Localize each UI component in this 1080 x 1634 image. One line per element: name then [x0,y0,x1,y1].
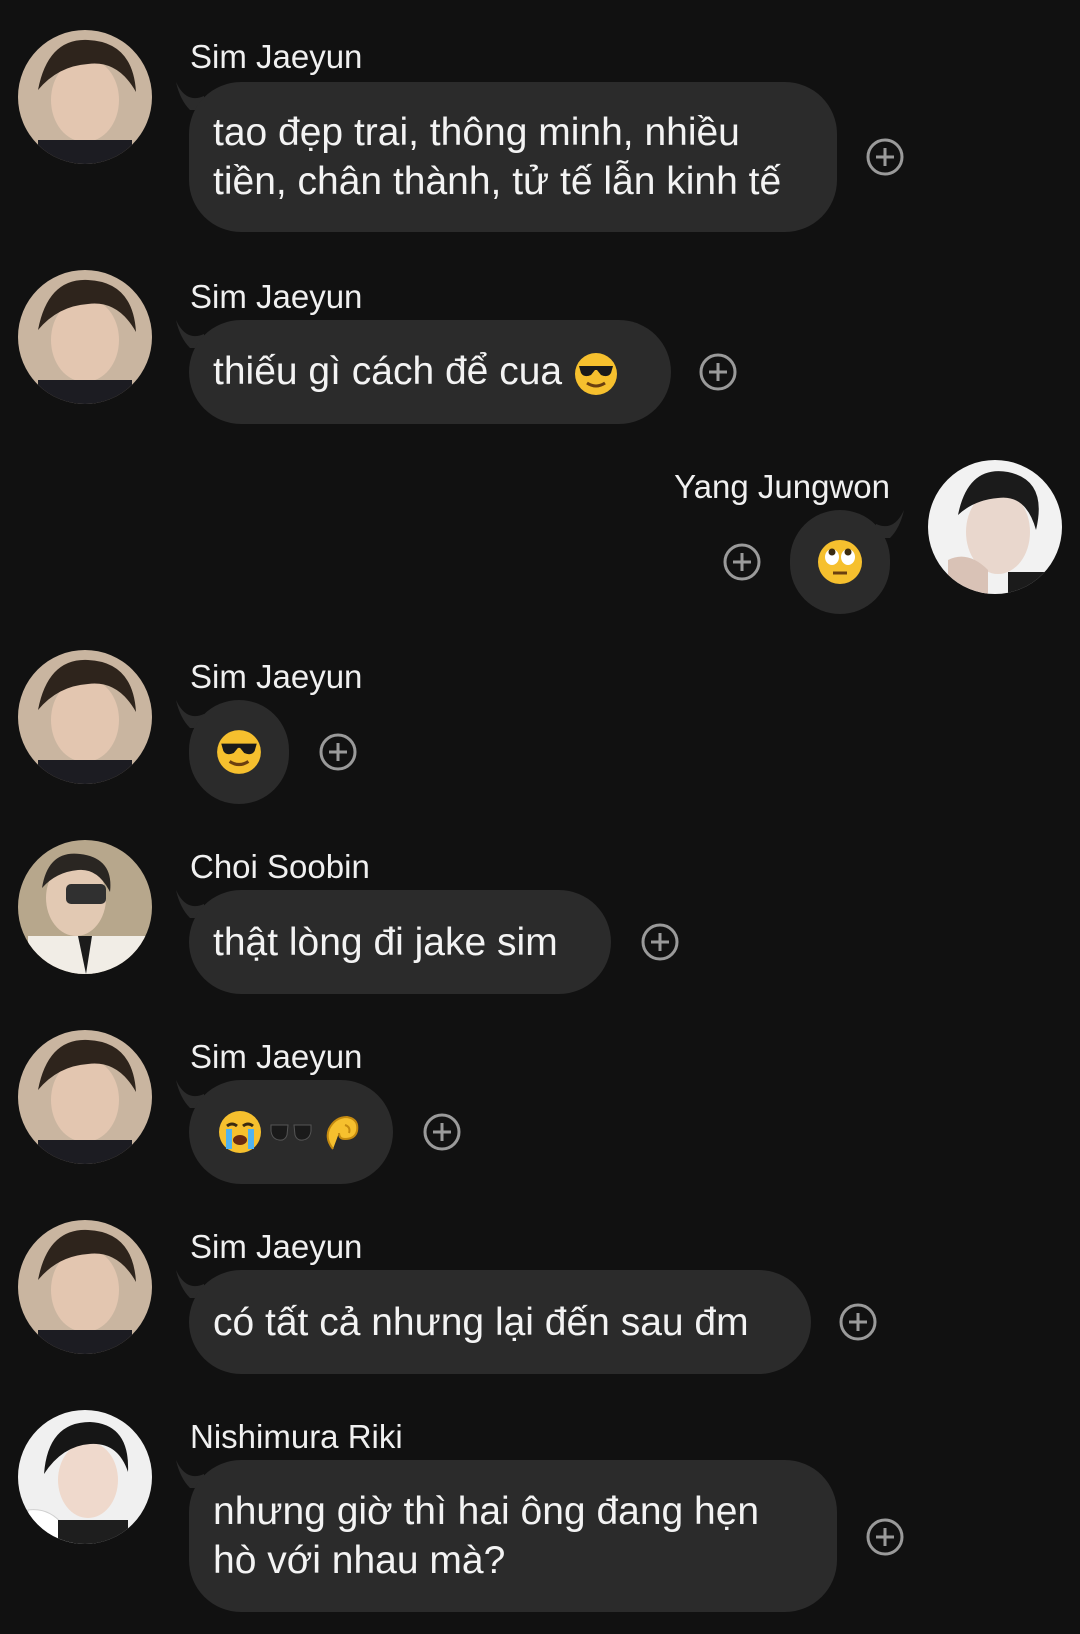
message-text-content: thiếu gì cách để cua [213,350,563,394]
sender-name: Nishimura Riki [190,1418,403,1455]
message-bubble[interactable] [189,700,289,804]
sender-name: Sim Jaeyun [190,38,363,75]
avatar[interactable] [18,1410,152,1544]
add-reaction-icon[interactable] [865,137,905,177]
crying-face-icon [219,1111,261,1153]
add-reaction-icon[interactable] [698,352,738,392]
avatar[interactable] [18,270,152,404]
message-bubble[interactable]: có tất cả nhưng lại đến sau đm [189,1270,811,1374]
avatar[interactable] [18,1030,152,1164]
avatar[interactable] [18,30,152,164]
add-reaction-icon[interactable] [640,922,680,962]
sender-name: Sim Jaeyun [190,1228,363,1265]
avatar[interactable] [18,650,152,784]
message-bubble[interactable]: tao đẹp trai, thông minh, nhiều tiền, ch… [189,82,837,232]
sender-name: Sim Jaeyun [190,658,363,695]
message-bubble[interactable]: thật lòng đi jake sim [189,890,611,994]
sender-name: Choi Soobin [190,848,370,885]
add-reaction-icon[interactable] [722,542,762,582]
sender-name: Sim Jaeyun [190,1038,363,1075]
message-bubble[interactable] [790,510,890,614]
add-reaction-icon[interactable] [865,1517,905,1557]
add-reaction-icon[interactable] [318,732,358,772]
add-reaction-icon[interactable] [422,1112,462,1152]
cool-face-icon [574,352,617,395]
message-text: thật lòng đi jake sim [213,920,558,964]
avatar[interactable] [18,840,152,974]
message-text: hò với nhau mà? [213,1539,506,1582]
message-bubble[interactable] [189,1080,393,1184]
cool-face-icon [217,730,261,774]
message-text: tiền, chân thành, tử tế lẫn kinh tế [213,160,782,203]
message-bubble[interactable]: thiếu gì cách để cua [189,320,671,424]
message-text: thiếu gì cách để cua [213,347,647,397]
message-text: nhưng giờ thì hai ông đang hẹn [213,1490,760,1533]
avatar[interactable] [18,1220,152,1354]
sender-name: Sim Jaeyun [190,278,363,315]
message-bubble[interactable]: nhưng giờ thì hai ông đang hẹn hò với nh… [189,1460,837,1612]
message-text: có tất cả nhưng lại đến sau đm [213,1300,749,1344]
message-text: tao đẹp trai, thông minh, nhiều [213,111,740,154]
sunglasses-icon [269,1123,313,1141]
sender-name: Yang Jungwon [674,468,890,505]
pinched-fingers-icon [326,1115,359,1150]
add-reaction-icon[interactable] [838,1302,878,1342]
eye-roll-face-icon [818,540,862,584]
avatar[interactable] [928,460,1062,594]
